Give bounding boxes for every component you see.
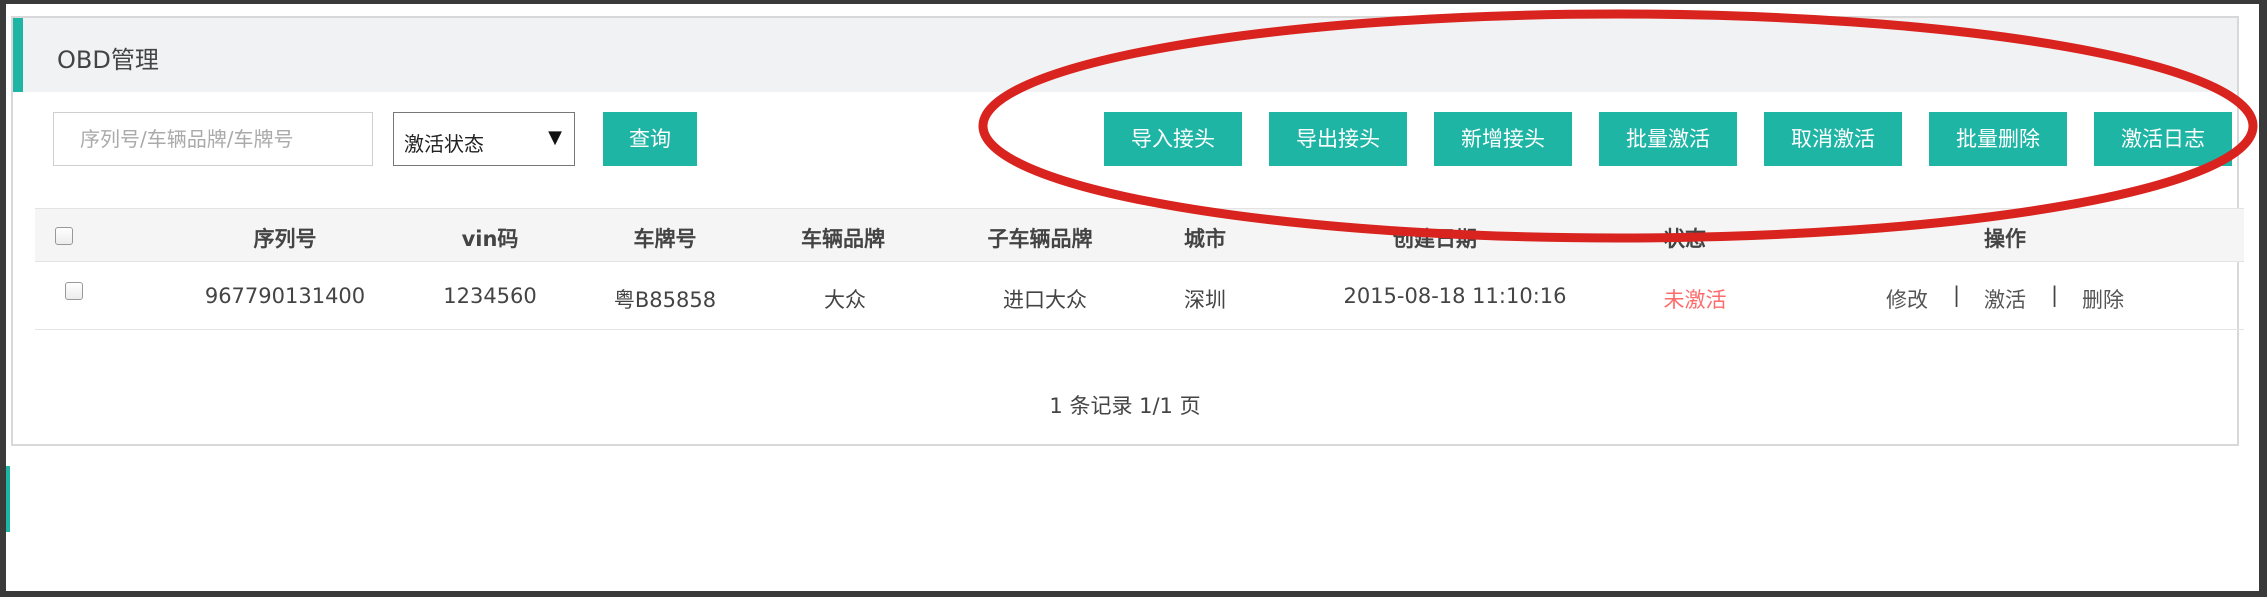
action-separator: | — [1953, 283, 1961, 307]
page-title: OBD管理 — [57, 46, 159, 74]
select-all-checkbox[interactable] — [55, 227, 73, 245]
teal-edge-marker — [6, 466, 10, 532]
col-brand: 车辆品牌 — [801, 227, 885, 251]
cell-created: 2015-08-18 11:10:16 — [1343, 284, 1567, 308]
add-connector-button[interactable]: 新增接头 — [1434, 112, 1572, 166]
col-status: 状态 — [1664, 227, 1706, 251]
col-serial: 序列号 — [253, 227, 317, 251]
obd-management-panel: OBD管理 激活状态 ▼ 查询 导入接头 导出接头 新增接头 批量激活 取消激活… — [11, 16, 2244, 446]
batch-activate-button[interactable]: 批量激活 — [1599, 112, 1737, 166]
col-actions: 操作 — [1984, 227, 2026, 251]
col-plate: 车牌号 — [633, 227, 697, 251]
status-select-value: 激活状态 — [404, 132, 484, 156]
cell-serial: 967790131400 — [204, 284, 366, 308]
search-input[interactable] — [53, 112, 373, 166]
import-connector-button[interactable]: 导入接头 — [1104, 112, 1242, 166]
activation-status-select[interactable]: 激活状态 ▼ — [393, 112, 575, 166]
table-row: 967790131400 1234560 粤B85858 大众 进口大众 深圳 … — [35, 262, 2244, 330]
col-created: 创建日期 — [1393, 227, 1477, 251]
panel-header: OBD管理 — [13, 18, 2237, 92]
activation-log-button[interactable]: 激活日志 — [2094, 112, 2232, 166]
status-badge: 未激活 — [1663, 288, 1727, 312]
col-city: 城市 — [1184, 227, 1226, 251]
delete-link[interactable]: 删除 — [2082, 284, 2124, 314]
table-header: 序列号 vin码 车牌号 车辆品牌 子车辆品牌 城市 创建日期 状态 操作 — [35, 208, 2244, 262]
cell-city: 深圳 — [1184, 288, 1226, 312]
row-checkbox[interactable] — [65, 282, 83, 300]
cell-sub-brand: 进口大众 — [1003, 288, 1087, 312]
query-button[interactable]: 查询 — [603, 112, 697, 166]
cancel-activate-button[interactable]: 取消激活 — [1764, 112, 1902, 166]
pagination-info: 1 条记录 1/1 页 — [1049, 394, 1201, 418]
batch-delete-button[interactable]: 批量删除 — [1929, 112, 2067, 166]
edit-link[interactable]: 修改 — [1886, 284, 1928, 314]
col-sub-brand: 子车辆品牌 — [987, 227, 1093, 251]
cell-brand: 大众 — [824, 288, 866, 312]
activate-link[interactable]: 激活 — [1984, 284, 2026, 314]
cell-plate: 粤B85858 — [613, 288, 717, 312]
triangle-down-icon: ▼ — [548, 127, 562, 148]
cell-vin: 1234560 — [443, 284, 537, 308]
export-connector-button[interactable]: 导出接头 — [1269, 112, 1407, 166]
app-canvas: OBD管理 激活状态 ▼ 查询 导入接头 导出接头 新增接头 批量激活 取消激活… — [6, 4, 2259, 591]
action-separator: | — [2051, 283, 2059, 307]
col-vin: vin码 — [461, 227, 519, 251]
